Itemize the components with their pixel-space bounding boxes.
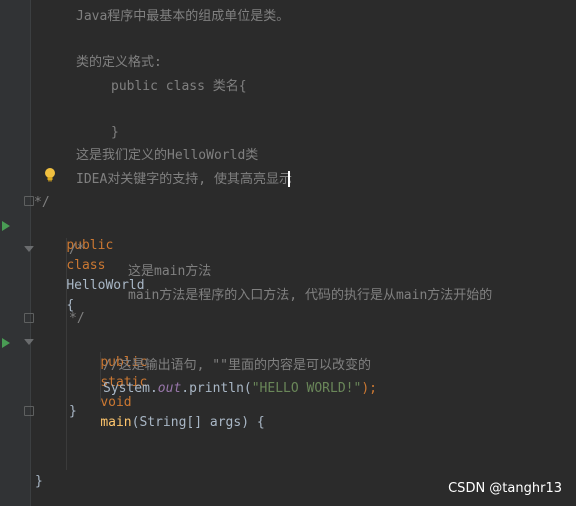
run-gutter-icon[interactable] bbox=[2, 221, 10, 231]
comment-line: */ bbox=[69, 311, 85, 326]
method-name: main bbox=[100, 415, 132, 430]
fold-icon[interactable] bbox=[24, 246, 34, 252]
editor-gutter bbox=[0, 0, 31, 506]
class-declaration-line: public class HelloWorld { bbox=[35, 216, 144, 313]
fold-icon[interactable] bbox=[24, 196, 34, 206]
comment-line: */ bbox=[34, 195, 50, 210]
print-statement-line: System.out.println("HELLO WORLD!"); bbox=[103, 379, 377, 399]
fold-icon[interactable] bbox=[24, 313, 34, 323]
comment-line: Java程序中最基本的组成单位是类。 bbox=[76, 9, 290, 24]
fold-icon[interactable] bbox=[24, 406, 34, 416]
comment-line: 类的定义格式: bbox=[76, 55, 162, 70]
comment-line: 这是我们定义的HelloWorld类 bbox=[76, 148, 259, 163]
run-gutter-icon[interactable] bbox=[2, 338, 10, 348]
statement-end: ); bbox=[361, 381, 377, 396]
lightbulb-icon[interactable] bbox=[44, 168, 56, 182]
keyword: class bbox=[66, 258, 106, 273]
comment-line: main方法是程序的入口方法, 代码的执行是从main方法开始的 bbox=[128, 288, 493, 303]
comment-line: IDEA对关键字的支持, 使其高亮显示 bbox=[76, 172, 292, 187]
comment-line: } bbox=[111, 125, 119, 140]
println-call: .println( bbox=[181, 381, 252, 396]
text-caret bbox=[288, 171, 290, 187]
comment-line: 这是main方法 bbox=[128, 264, 212, 279]
out-field: out bbox=[157, 381, 182, 396]
method-params: (String[] args) { bbox=[131, 415, 265, 430]
system-class: System. bbox=[103, 381, 158, 396]
string-literal: "HELLO WORLD!" bbox=[251, 381, 362, 396]
code-editor[interactable]: Java程序中最基本的组成单位是类。 类的定义格式: public class … bbox=[31, 0, 576, 506]
comment-line: public class 类名{ bbox=[111, 79, 247, 94]
watermark: CSDN @tanghr13 bbox=[448, 481, 562, 496]
closing-brace: } bbox=[35, 474, 43, 489]
closing-brace: } bbox=[69, 404, 77, 419]
fold-icon[interactable] bbox=[24, 339, 34, 345]
comment-line: /* bbox=[69, 242, 85, 257]
comment-line: //这是输出语句, ""里面的内容是可以改变的 bbox=[103, 358, 371, 373]
main-method-line: public static void main(String[] args) { bbox=[69, 333, 264, 430]
